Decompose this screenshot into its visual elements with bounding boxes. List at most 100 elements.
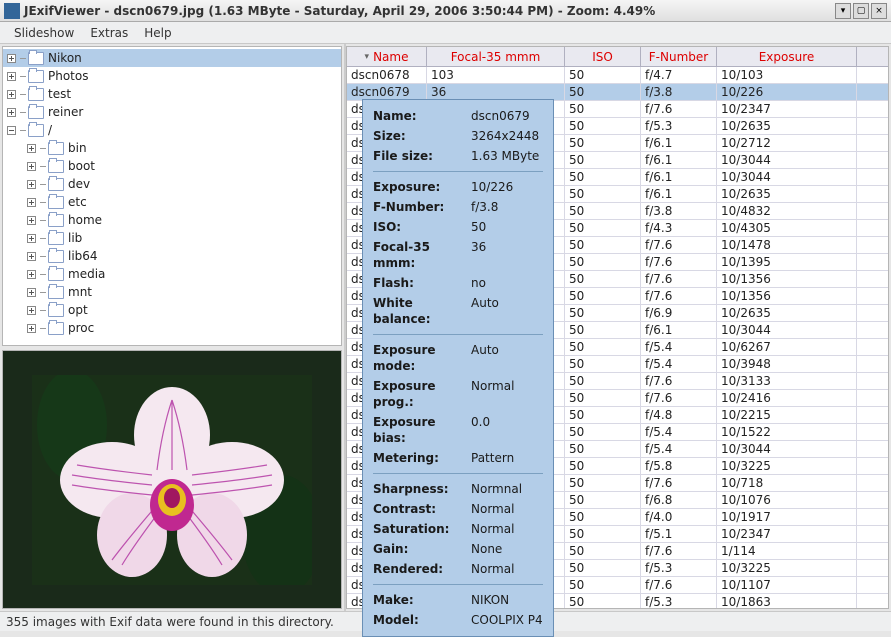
cell-name: dscn0678 — [347, 67, 427, 83]
cell-iso: 50 — [565, 560, 641, 576]
cell-exp: 10/2215 — [717, 407, 857, 423]
tree-node-opt[interactable]: opt — [3, 301, 341, 319]
cell-exp: 10/2635 — [717, 118, 857, 134]
tree-label: Photos — [48, 69, 88, 83]
tree-node-media[interactable]: media — [3, 265, 341, 283]
maximize-button[interactable]: ▢ — [853, 3, 869, 19]
menu-slideshow[interactable]: Slideshow — [6, 24, 82, 42]
cell-fn: f/6.1 — [641, 135, 717, 151]
cell-iso: 50 — [565, 543, 641, 559]
tooltip-label: Saturation: — [373, 521, 471, 537]
tooltip-row: Metering:Pattern — [373, 448, 543, 468]
cell-exp: 1/114 — [717, 543, 857, 559]
tooltip-value: 50 — [471, 219, 543, 235]
col-exposure[interactable]: Exposure — [717, 47, 857, 66]
cell-exp: 10/226 — [717, 84, 857, 100]
expand-icon[interactable] — [27, 288, 36, 297]
tooltip-row: ISO:50 — [373, 217, 543, 237]
cell-exp: 10/3044 — [717, 152, 857, 168]
cell-fn: f/6.1 — [641, 322, 717, 338]
cell-fn: f/5.4 — [641, 441, 717, 457]
cell-iso: 50 — [565, 118, 641, 134]
close-button[interactable]: × — [871, 3, 887, 19]
tree-node-Nikon[interactable]: Nikon — [3, 49, 341, 67]
expand-icon[interactable] — [27, 144, 36, 153]
tree-node-lib64[interactable]: lib64 — [3, 247, 341, 265]
cell-iso: 50 — [565, 169, 641, 185]
expand-icon[interactable] — [7, 108, 16, 117]
cell-exp: 10/3044 — [717, 441, 857, 457]
expand-icon[interactable] — [7, 72, 16, 81]
tooltip-value: NIKON — [471, 592, 543, 608]
tooltip-value: 3264x2448 — [471, 128, 543, 144]
cell-focal: 36 — [427, 84, 565, 100]
minimize-button[interactable]: ▾ — [835, 3, 851, 19]
tree-node-bin[interactable]: bin — [3, 139, 341, 157]
expand-icon[interactable] — [27, 252, 36, 261]
tree-label: lib — [68, 231, 82, 245]
tree-node-etc[interactable]: etc — [3, 193, 341, 211]
tree-node-test[interactable]: test — [3, 85, 341, 103]
image-preview[interactable] — [2, 350, 342, 609]
cell-exp: 10/1076 — [717, 492, 857, 508]
expand-icon[interactable] — [27, 180, 36, 189]
menu-extras[interactable]: Extras — [82, 24, 136, 42]
tooltip-label: Sharpness: — [373, 481, 471, 497]
cell-fn: f/6.1 — [641, 186, 717, 202]
folder-icon — [48, 268, 64, 281]
tooltip-label: White balance: — [373, 295, 471, 327]
tooltip-label: Exposure: — [373, 179, 471, 195]
table-row[interactable]: dscn067810350f/4.710/103 — [347, 67, 888, 84]
folder-icon — [28, 124, 44, 137]
col-focal[interactable]: Focal-35 mmm — [427, 47, 565, 66]
cell-iso: 50 — [565, 594, 641, 609]
tooltip-row: Focal-35 mmm:36 — [373, 237, 543, 273]
tree-node-home[interactable]: home — [3, 211, 341, 229]
tree-node-reiner[interactable]: reiner — [3, 103, 341, 121]
tooltip-label: Rendered: — [373, 561, 471, 577]
folder-tree[interactable]: Nikon Photos testreiner/ bin bootdevetchome l… — [2, 46, 342, 346]
collapse-icon[interactable] — [7, 126, 16, 135]
tree-node-mnt[interactable]: mnt — [3, 283, 341, 301]
cell-fn: f/3.8 — [641, 203, 717, 219]
cell-exp: 10/6267 — [717, 339, 857, 355]
tree-node-dev[interactable]: dev — [3, 175, 341, 193]
tree-node-proc[interactable]: proc — [3, 319, 341, 337]
expand-icon[interactable] — [27, 270, 36, 279]
tooltip-label: Exposure prog.: — [373, 378, 471, 410]
expand-icon[interactable] — [27, 306, 36, 315]
expand-icon[interactable] — [27, 162, 36, 171]
cell-iso: 50 — [565, 203, 641, 219]
cell-exp: 10/103 — [717, 67, 857, 83]
cell-iso: 50 — [565, 271, 641, 287]
col-name[interactable]: Name — [347, 47, 427, 66]
tree-node-root[interactable]: / — [3, 121, 341, 139]
col-iso[interactable]: ISO — [565, 47, 641, 66]
tooltip-label: Exposure bias: — [373, 414, 471, 446]
cell-iso: 50 — [565, 373, 641, 389]
tooltip-value: dscn0679 — [471, 108, 543, 124]
cell-exp: 10/1863 — [717, 594, 857, 609]
tooltip-value: f/3.8 — [471, 199, 543, 215]
expand-icon[interactable] — [27, 198, 36, 207]
tree-node-Photos[interactable]: Photos — [3, 67, 341, 85]
expand-icon[interactable] — [27, 216, 36, 225]
tree-node-boot[interactable]: boot — [3, 157, 341, 175]
col-fnumber[interactable]: F-Number — [641, 47, 717, 66]
folder-icon — [48, 178, 64, 191]
tree-label: opt — [68, 303, 88, 317]
expand-icon[interactable] — [7, 54, 16, 63]
cell-exp: 10/1522 — [717, 424, 857, 440]
cell-fn: f/6.1 — [641, 152, 717, 168]
tree-node-lib[interactable]: lib — [3, 229, 341, 247]
menu-help[interactable]: Help — [136, 24, 179, 42]
folder-icon — [28, 88, 44, 101]
tree-label: bin — [68, 141, 87, 155]
cell-exp: 10/2416 — [717, 390, 857, 406]
tooltip-label: Gain: — [373, 541, 471, 557]
expand-icon[interactable] — [27, 234, 36, 243]
cell-iso: 50 — [565, 84, 641, 100]
expand-icon[interactable] — [7, 90, 16, 99]
expand-icon[interactable] — [27, 324, 36, 333]
cell-iso: 50 — [565, 407, 641, 423]
